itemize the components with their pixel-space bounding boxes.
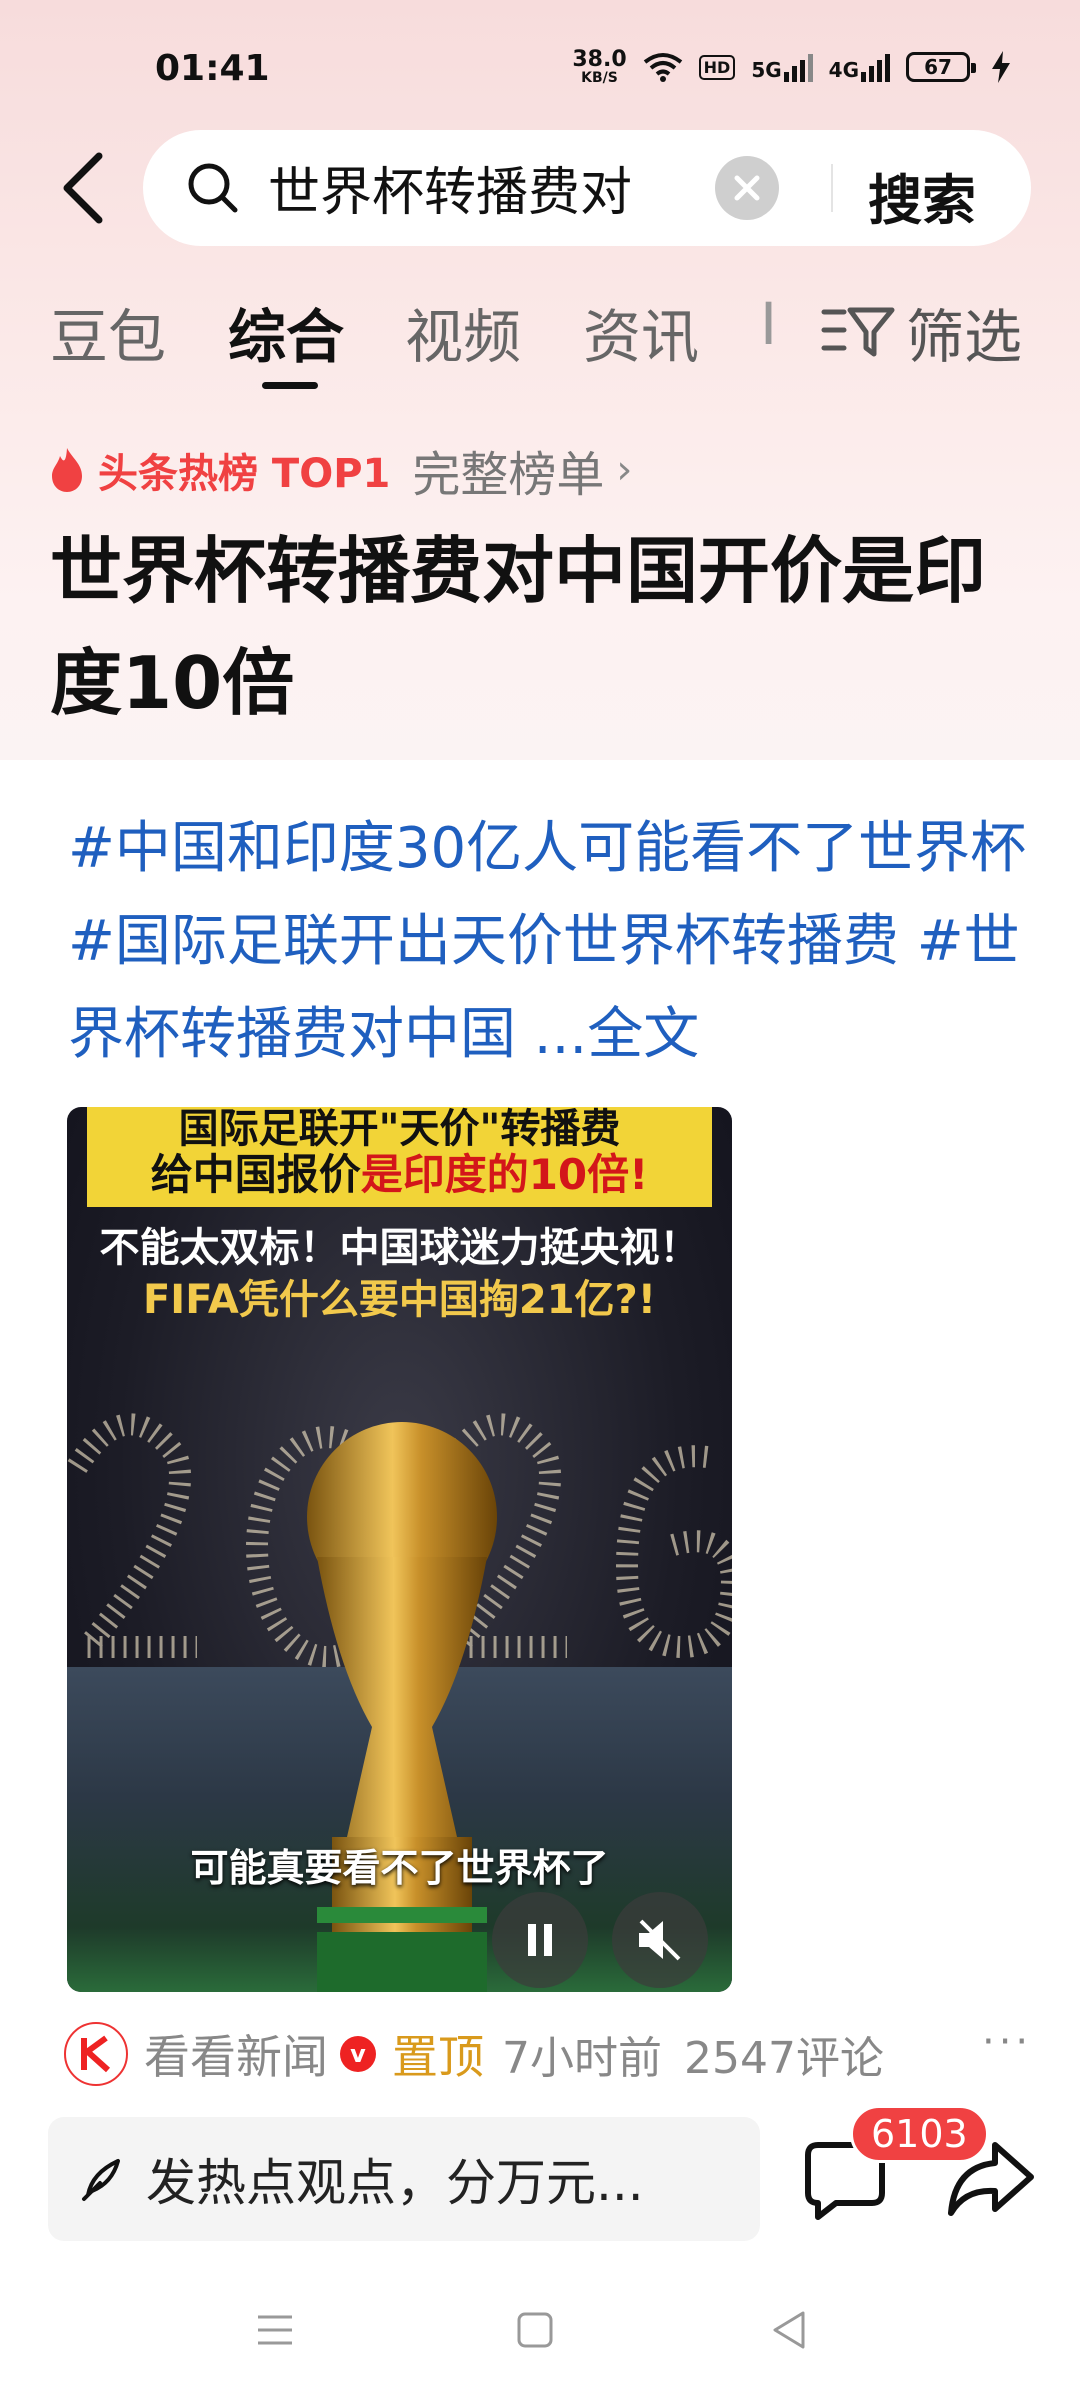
battery-icon: 67 xyxy=(906,52,976,82)
comment-input[interactable]: 发热点观点，分万元... xyxy=(48,2117,760,2241)
menu-icon[interactable] xyxy=(250,2305,300,2355)
post-time: 7小时前 xyxy=(502,2033,662,2084)
signal-4g-icon: 4G xyxy=(829,52,890,82)
system-navigation-bar xyxy=(0,2255,1080,2400)
video-caption: 可能真要看不了世界杯了 xyxy=(190,1846,609,1890)
status-bar: 01:41 38.0 KB/S HD 5G 4G 67 xyxy=(0,0,1080,130)
post-text[interactable]: #中国和印度30亿人可能看不了世界杯 #国际足联开出天价世界杯转播费 #世界杯转… xyxy=(68,802,1038,1081)
muted-speaker-icon xyxy=(639,1919,681,1961)
tab-comprehensive[interactable]: 综合 xyxy=(228,290,344,374)
hd-voice-icon: HD xyxy=(698,54,736,80)
video-player[interactable]: 国际足联开"天价"转播费 给中国报价是印度的10倍! 不能太双标！中国球迷力挺央… xyxy=(67,1107,732,1992)
flame-icon xyxy=(52,448,82,492)
status-icons: 38.0 KB/S HD 5G 4G 67 xyxy=(572,42,1010,92)
tab-doubao[interactable]: 豆包 xyxy=(50,290,166,374)
full-list-link[interactable]: 完整榜单 xyxy=(412,435,604,505)
pinned-label: 置顶 xyxy=(392,2030,484,2084)
charging-icon xyxy=(992,51,1010,83)
verified-badge: v xyxy=(340,2036,376,2072)
post-meta: 看看新闻 v 置顶 7小时前 2547评论 ··· xyxy=(64,2019,1044,2089)
signal-5g-icon: 5G xyxy=(751,52,813,82)
pen-icon xyxy=(82,2159,120,2201)
full-text-link[interactable]: 全文 xyxy=(587,1002,699,1067)
search-box[interactable]: 搜索 xyxy=(143,130,1031,246)
back-arrow-icon[interactable] xyxy=(55,148,115,228)
hot-rank-label: 头条热榜 TOP1 xyxy=(98,451,391,497)
hot-list-row[interactable]: 头条热榜 TOP1 完整榜单 › xyxy=(48,440,633,503)
post-card[interactable]: #中国和印度30亿人可能看不了世界杯 #国际足联开出天价世界杯转播费 #世界杯转… xyxy=(24,762,1056,2102)
share-icon[interactable] xyxy=(945,2133,1037,2223)
network-speed: 38.0 KB/S xyxy=(572,47,627,86)
post-hashtags[interactable]: #中国和印度30亿人可能看不了世界杯 #国际足联开出天价世界杯转播费 #世界杯转… xyxy=(68,816,1026,1067)
more-options-button[interactable]: ··· xyxy=(982,2019,1032,2065)
comment-count[interactable]: 2547评论 xyxy=(684,2022,884,2086)
source-avatar[interactable] xyxy=(64,2022,128,2086)
search-icon xyxy=(188,163,238,213)
world-cup-trophy-image xyxy=(307,1422,497,1992)
video-title-banner: 国际足联开"天价"转播费 给中国报价是印度的10倍! xyxy=(87,1107,712,1207)
bottom-action-bar: 发热点观点，分万元... 6103 xyxy=(0,2095,1080,2255)
pause-button[interactable] xyxy=(492,1892,588,1988)
video-subtitle-1: 不能太双标！中国球迷力挺央视！ xyxy=(99,1225,700,1271)
divider xyxy=(831,164,833,212)
pause-icon xyxy=(528,1924,552,1956)
clear-search-button[interactable] xyxy=(715,156,779,220)
tab-video[interactable]: 视频 xyxy=(405,290,521,374)
source-name[interactable]: 看看新闻 xyxy=(144,2021,328,2087)
filter-icon xyxy=(821,307,895,357)
search-row: 搜索 xyxy=(0,130,1080,250)
close-icon xyxy=(734,175,760,201)
chevron-right-icon: › xyxy=(616,447,633,493)
category-tabs: 豆包 综合 视频 资讯 I 筛选 xyxy=(0,280,1080,390)
search-button[interactable]: 搜索 xyxy=(868,156,976,235)
wifi-icon xyxy=(643,53,682,82)
clock: 01:41 xyxy=(155,48,270,89)
tab-news[interactable]: 资讯 xyxy=(583,290,699,374)
comment-placeholder: 发热点观点，分万元... xyxy=(146,2154,644,2212)
back-icon[interactable] xyxy=(765,2305,815,2355)
home-icon[interactable] xyxy=(510,2305,560,2355)
kankan-logo-icon xyxy=(81,2035,111,2073)
page-title: 世界杯转播费对中国开价是印度10倍 xyxy=(50,529,987,725)
filter-label: 筛选 xyxy=(906,303,1023,371)
video-subtitle-2: FIFA凭什么要中国掏21亿?! xyxy=(142,1277,656,1323)
active-tab-indicator xyxy=(262,382,318,389)
tab-more[interactable]: I xyxy=(760,290,777,358)
mute-button[interactable] xyxy=(612,1892,708,1988)
filter-button[interactable]: 筛选 xyxy=(820,290,1022,374)
